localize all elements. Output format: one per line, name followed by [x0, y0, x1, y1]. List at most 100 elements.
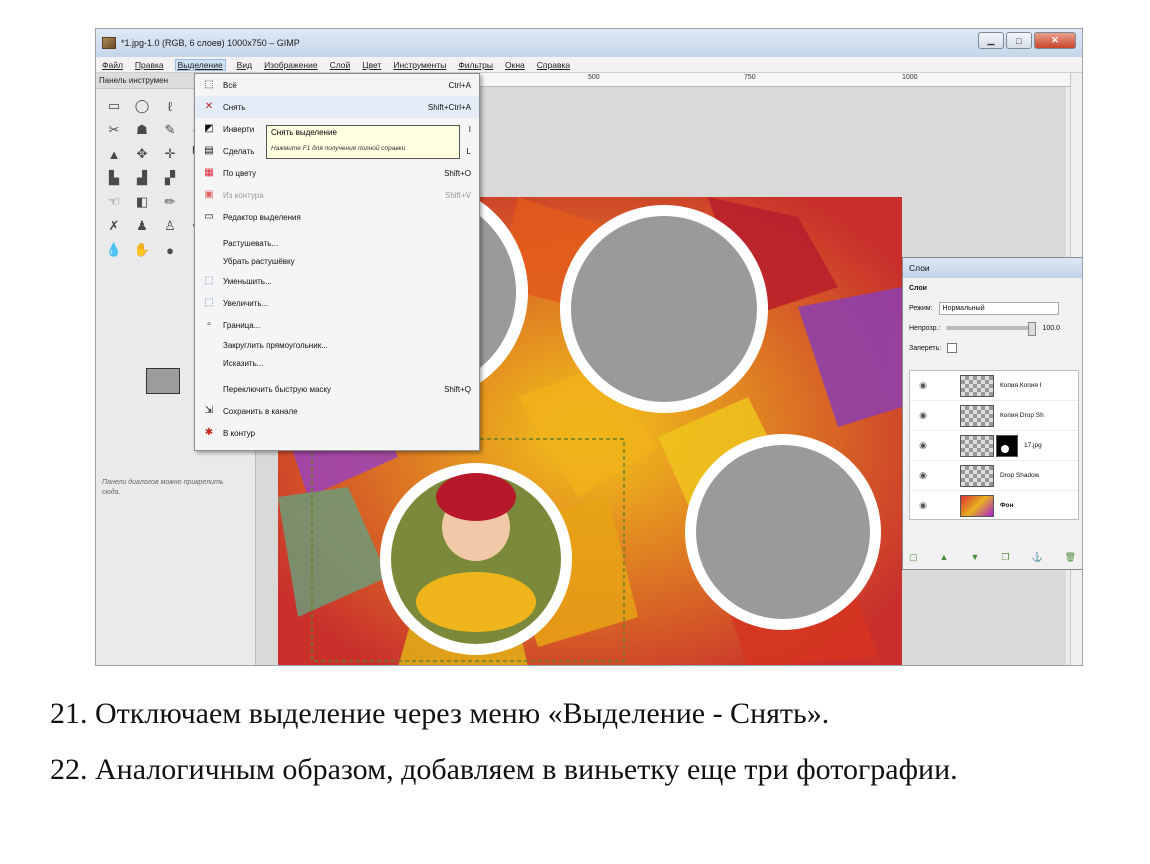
- menu-item-save-to-channel[interactable]: ⇲ Сохранить в канале: [195, 400, 479, 422]
- menu-item-border[interactable]: ▫ Граница...: [195, 314, 479, 336]
- menu-item-from-path: ▣ Из контура Shift+V: [195, 184, 479, 206]
- maximize-button[interactable]: □: [1006, 32, 1032, 49]
- lock-checkbox[interactable]: [947, 343, 958, 353]
- raise-layer-icon[interactable]: ▲: [940, 552, 949, 563]
- clone-icon[interactable]: ♙: [160, 217, 180, 235]
- menu-item-label: Редактор выделения: [223, 212, 301, 222]
- rect-select-icon[interactable]: ▭: [104, 97, 124, 115]
- layers-panel: Слои Слои Режим: Нормальный Непрозр.: 10…: [902, 257, 1082, 570]
- move-icon[interactable]: ✥: [132, 145, 152, 163]
- ruler-label: 750: [744, 74, 756, 81]
- layer-thumbnail: [960, 434, 994, 457]
- close-icon: ✕: [204, 101, 214, 112]
- menubar: Файл Правка Выделение Вид Изображение Сл…: [96, 57, 1082, 73]
- menu-edit[interactable]: Правка: [135, 60, 164, 70]
- menu-item-to-path[interactable]: ✱ В контур: [195, 422, 479, 444]
- align-icon[interactable]: ✛: [160, 145, 180, 163]
- menu-item-sharpen[interactable]: Убрать растушёвку: [195, 252, 479, 270]
- layer-row[interactable]: ◉ Копия Drop Sh: [910, 401, 1078, 431]
- smudge-icon[interactable]: ✋: [132, 241, 152, 259]
- save-channel-icon: ⇲: [204, 405, 214, 416]
- menu-item-shortcut: Shift+O: [444, 168, 471, 178]
- eye-icon[interactable]: ◉: [910, 380, 936, 391]
- flip-icon[interactable]: ☜: [104, 193, 124, 211]
- blur-icon[interactable]: 💧: [104, 241, 124, 259]
- layer-row[interactable]: ◉ Фон: [910, 491, 1078, 521]
- shrink-icon: ⬚: [204, 275, 214, 286]
- paths-icon[interactable]: ✎: [160, 121, 180, 139]
- foreground-select-icon[interactable]: ☗: [132, 121, 152, 139]
- lower-layer-icon[interactable]: ▼: [970, 552, 979, 563]
- layer-name: Копия Копия I: [1000, 382, 1042, 389]
- layers-panel-title: Слои: [903, 258, 1082, 278]
- to-path-icon: ✱: [204, 427, 214, 438]
- menu-item-shrink[interactable]: ⬚ Уменьшить...: [195, 270, 479, 292]
- ruler-label: 500: [588, 74, 600, 81]
- invert-icon: ◩: [204, 123, 214, 134]
- layer-thumbnail: [960, 374, 994, 397]
- selection-editor-icon: ▭: [204, 211, 214, 222]
- gradient-icon[interactable]: ◧: [132, 193, 152, 211]
- eye-icon[interactable]: ◉: [910, 500, 936, 511]
- menu-item-distort[interactable]: Исказить...: [195, 354, 479, 372]
- menu-view[interactable]: Вид: [237, 60, 252, 70]
- menu-item-label: Граница...: [223, 320, 261, 330]
- menu-item-label: По цвету: [223, 168, 257, 178]
- menu-item-selection-editor[interactable]: ▭ Редактор выделения: [195, 206, 479, 228]
- menu-select[interactable]: Выделение: [174, 58, 226, 71]
- menu-item-feather[interactable]: Растушевать...: [195, 234, 479, 252]
- menu-layer[interactable]: Слой: [330, 60, 351, 70]
- menu-file[interactable]: Файл: [102, 60, 123, 70]
- shear-icon[interactable]: ▞: [160, 169, 180, 187]
- mode-label: Режим:: [909, 304, 933, 312]
- menu-filters[interactable]: Фильтры: [458, 60, 493, 70]
- layer-thumbnail: [960, 404, 994, 427]
- menu-item-label: Инверти: [223, 124, 255, 134]
- layer-row[interactable]: ◉ Drop Shadow: [910, 461, 1078, 491]
- eye-icon[interactable]: ◉: [910, 410, 936, 421]
- layer-row[interactable]: ◉ 17.jpg: [910, 431, 1078, 461]
- menu-tools[interactable]: Инструменты: [393, 60, 446, 70]
- menu-item-quick-mask[interactable]: Переключить быструю маску Shift+Q: [195, 378, 479, 400]
- menu-item-all[interactable]: ⬚ Всё Ctrl+A: [195, 74, 479, 96]
- mode-select[interactable]: Нормальный: [938, 301, 1059, 315]
- layer-list: ◉ Копия Копия I ◉ Копия Drop Sh ◉ 17.jpg ◉ D…: [909, 370, 1079, 521]
- zoom-icon[interactable]: ▲: [104, 145, 124, 163]
- minimize-button[interactable]: ▁: [978, 32, 1004, 49]
- menu-help[interactable]: Справка: [537, 60, 570, 70]
- foreground-color[interactable]: [146, 368, 180, 394]
- anchor-layer-icon[interactable]: ⚓: [1031, 552, 1042, 563]
- rotate-icon[interactable]: ▙: [104, 169, 124, 187]
- menu-item-shortcut: Shift+Ctrl+A: [427, 102, 471, 112]
- layers-tab[interactable]: Слои: [903, 278, 1082, 298]
- scissors-icon[interactable]: ✂: [104, 121, 124, 139]
- opacity-value[interactable]: 100.0: [1042, 325, 1060, 332]
- scale-icon[interactable]: ▟: [132, 169, 152, 187]
- airbrush-icon[interactable]: ✗: [104, 217, 124, 235]
- close-button[interactable]: ✕: [1034, 32, 1076, 49]
- menu-item-rounded-rect[interactable]: Закруглить прямоугольник...: [195, 336, 479, 354]
- ellipse-select-icon[interactable]: ◯: [132, 97, 152, 115]
- menu-item-label: Исказить...: [223, 358, 264, 368]
- menu-item-grow[interactable]: ⬚ Увеличить...: [195, 292, 479, 314]
- eye-icon[interactable]: ◉: [910, 440, 936, 451]
- menu-item-by-color[interactable]: ▦ По цвету Shift+O: [195, 162, 479, 184]
- menu-windows[interactable]: Окна: [505, 60, 525, 70]
- dodge-icon[interactable]: ●: [160, 241, 180, 259]
- eye-icon[interactable]: ◉: [910, 470, 936, 481]
- duplicate-layer-icon[interactable]: ❐: [1001, 552, 1009, 563]
- menu-item-label: Переключить быструю маску: [223, 384, 331, 394]
- menu-image[interactable]: Изображение: [264, 60, 318, 70]
- layer-row[interactable]: ◉ Копия Копия I: [910, 371, 1078, 401]
- opacity-slider[interactable]: [946, 322, 1037, 336]
- opacity-label: Непрозр.:: [909, 324, 941, 332]
- menu-item-none[interactable]: ✕ Снять Shift+Ctrl+A: [195, 96, 479, 118]
- new-layer-icon[interactable]: ▢: [909, 552, 918, 563]
- ink-icon[interactable]: ♟: [132, 217, 152, 235]
- delete-layer-icon[interactable]: 🗑: [1065, 552, 1076, 563]
- pencil-icon[interactable]: ✏: [160, 193, 180, 211]
- menu-colors[interactable]: Цвет: [362, 60, 381, 70]
- lasso-icon[interactable]: ℓ: [160, 97, 180, 115]
- layer-name: Drop Shadow: [1000, 472, 1040, 479]
- window-titlebar: *1.jpg-1.0 (RGB, 6 слоев) 1000x750 – GIM…: [96, 29, 1082, 57]
